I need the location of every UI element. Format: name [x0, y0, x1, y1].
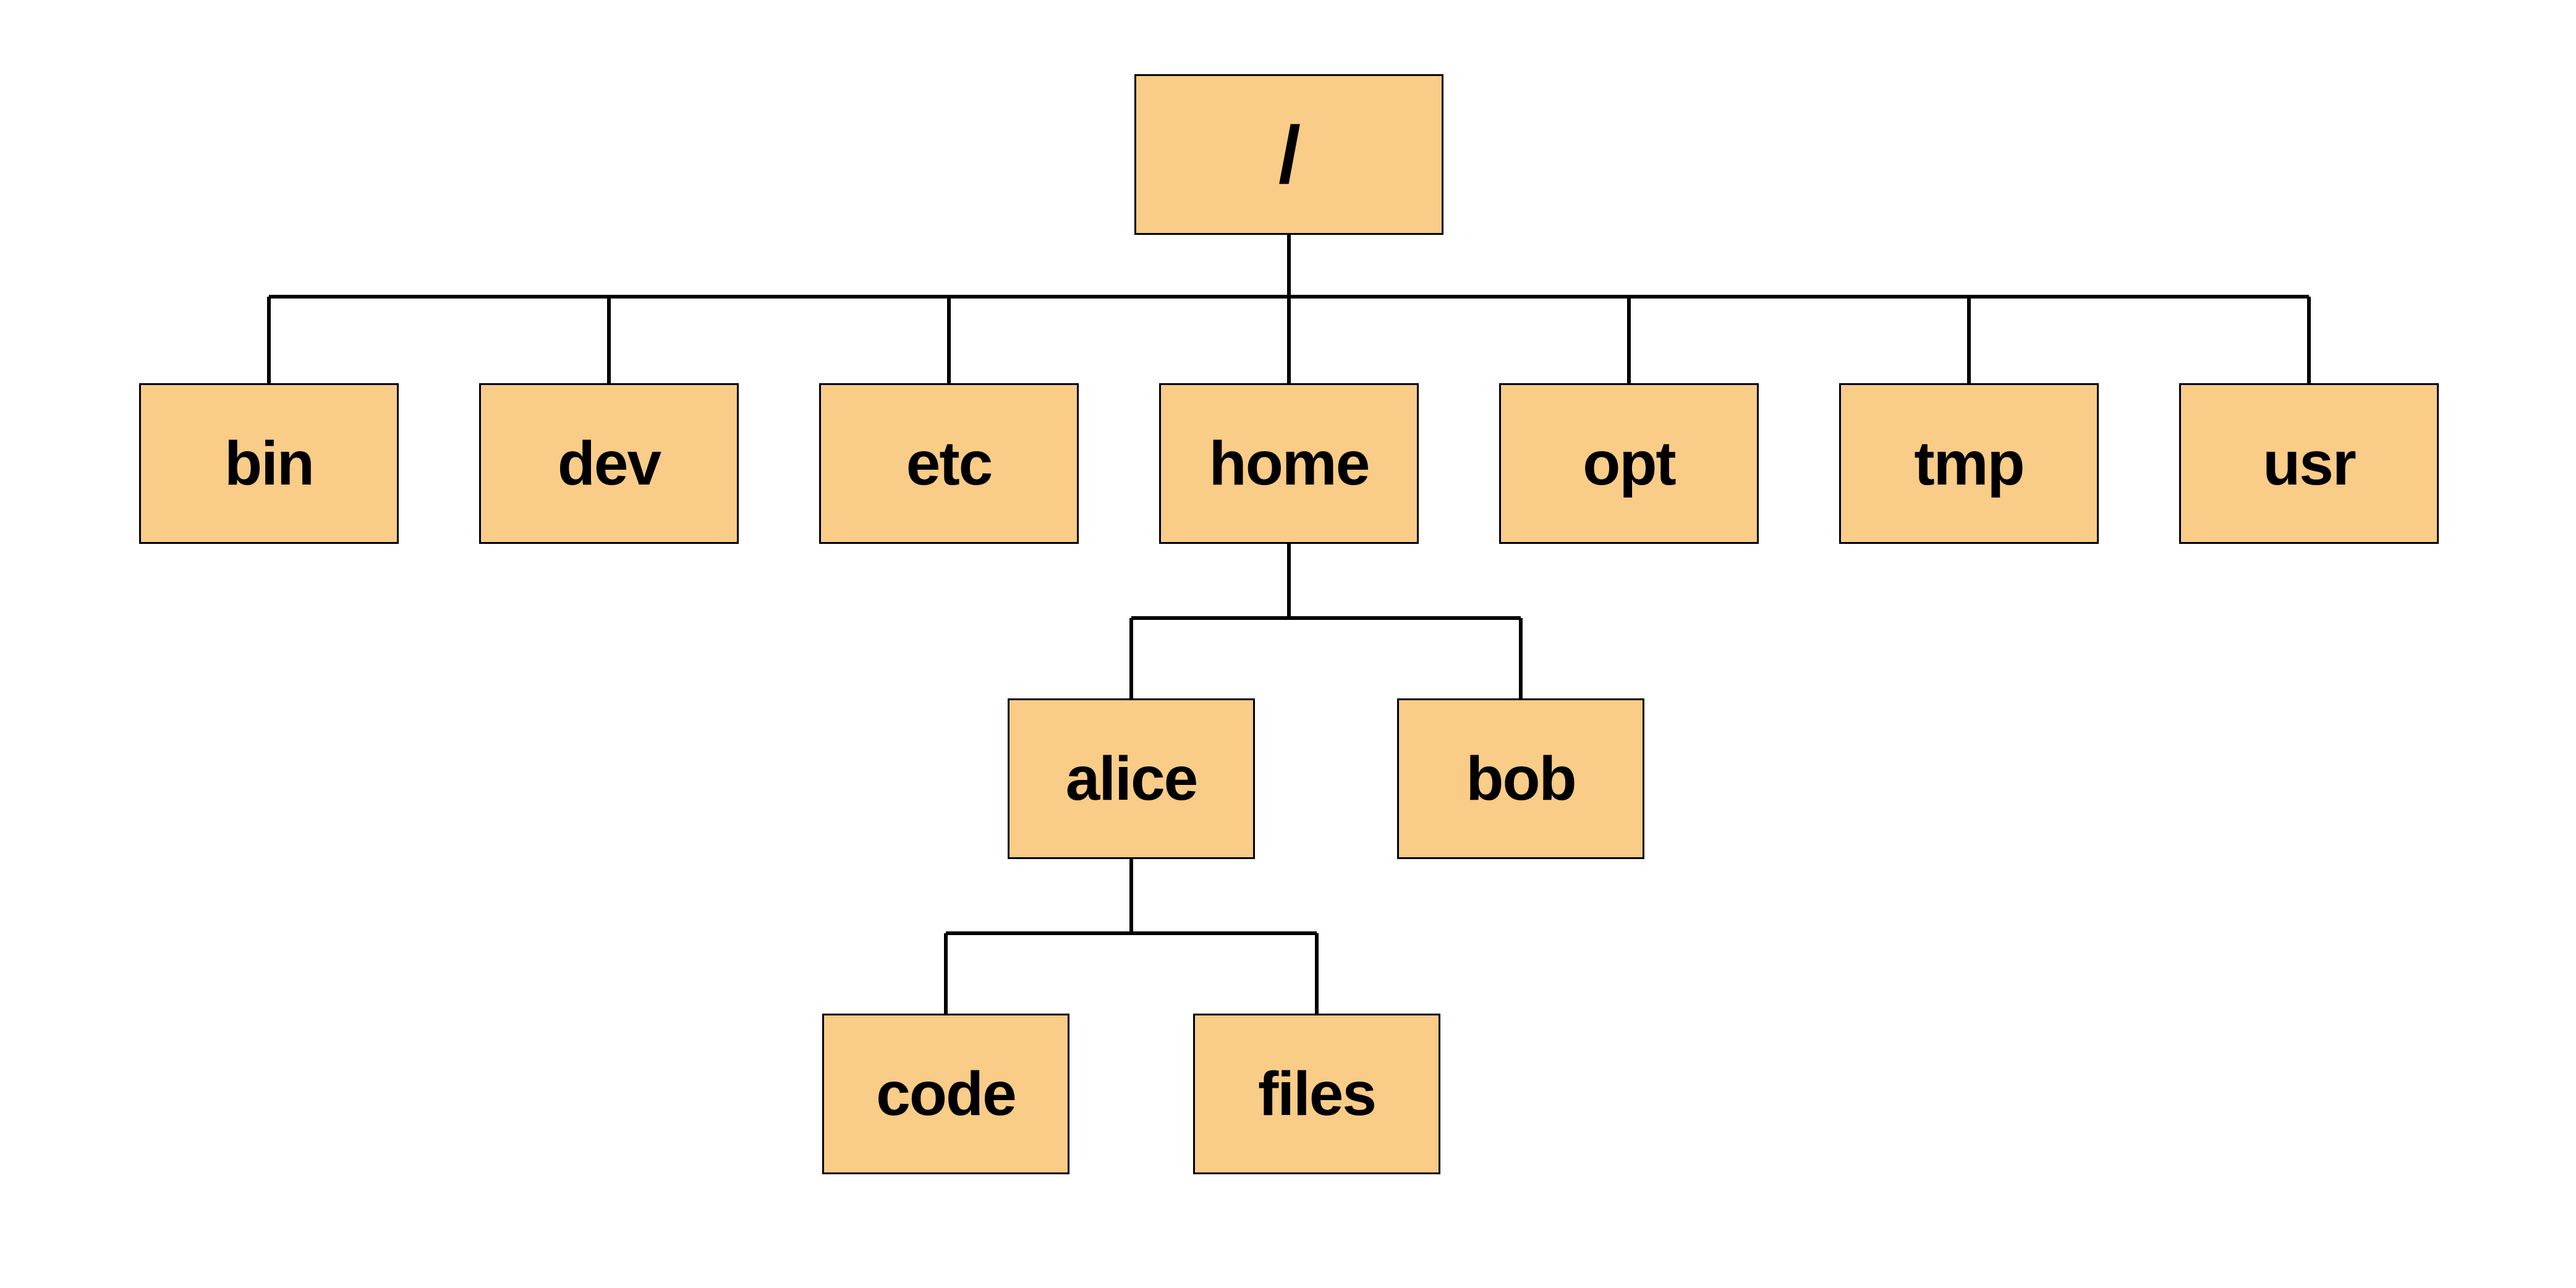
- node-bob: bob: [1397, 698, 1644, 859]
- node-label: home: [1209, 428, 1369, 499]
- node-usr: usr: [2179, 383, 2439, 544]
- node-label: tmp: [1914, 428, 2023, 499]
- node-code: code: [822, 1014, 1069, 1174]
- node-label: bin: [224, 428, 313, 499]
- node-bin: bin: [139, 383, 399, 544]
- node-alice: alice: [1008, 698, 1255, 859]
- node-label: bob: [1466, 744, 1575, 815]
- node-home: home: [1159, 383, 1419, 544]
- node-label: opt: [1583, 428, 1675, 499]
- node-label: /: [1278, 108, 1299, 201]
- node-label: files: [1258, 1059, 1375, 1130]
- node-files: files: [1193, 1014, 1440, 1174]
- node-dev: dev: [479, 383, 739, 544]
- node-root: /: [1134, 74, 1443, 235]
- node-opt: opt: [1499, 383, 1759, 544]
- node-label: usr: [2263, 428, 2355, 499]
- node-label: code: [876, 1059, 1015, 1130]
- node-label: dev: [558, 428, 660, 499]
- node-label: alice: [1066, 744, 1197, 815]
- node-etc: etc: [819, 383, 1079, 544]
- node-tmp: tmp: [1839, 383, 2099, 544]
- node-label: etc: [906, 428, 992, 499]
